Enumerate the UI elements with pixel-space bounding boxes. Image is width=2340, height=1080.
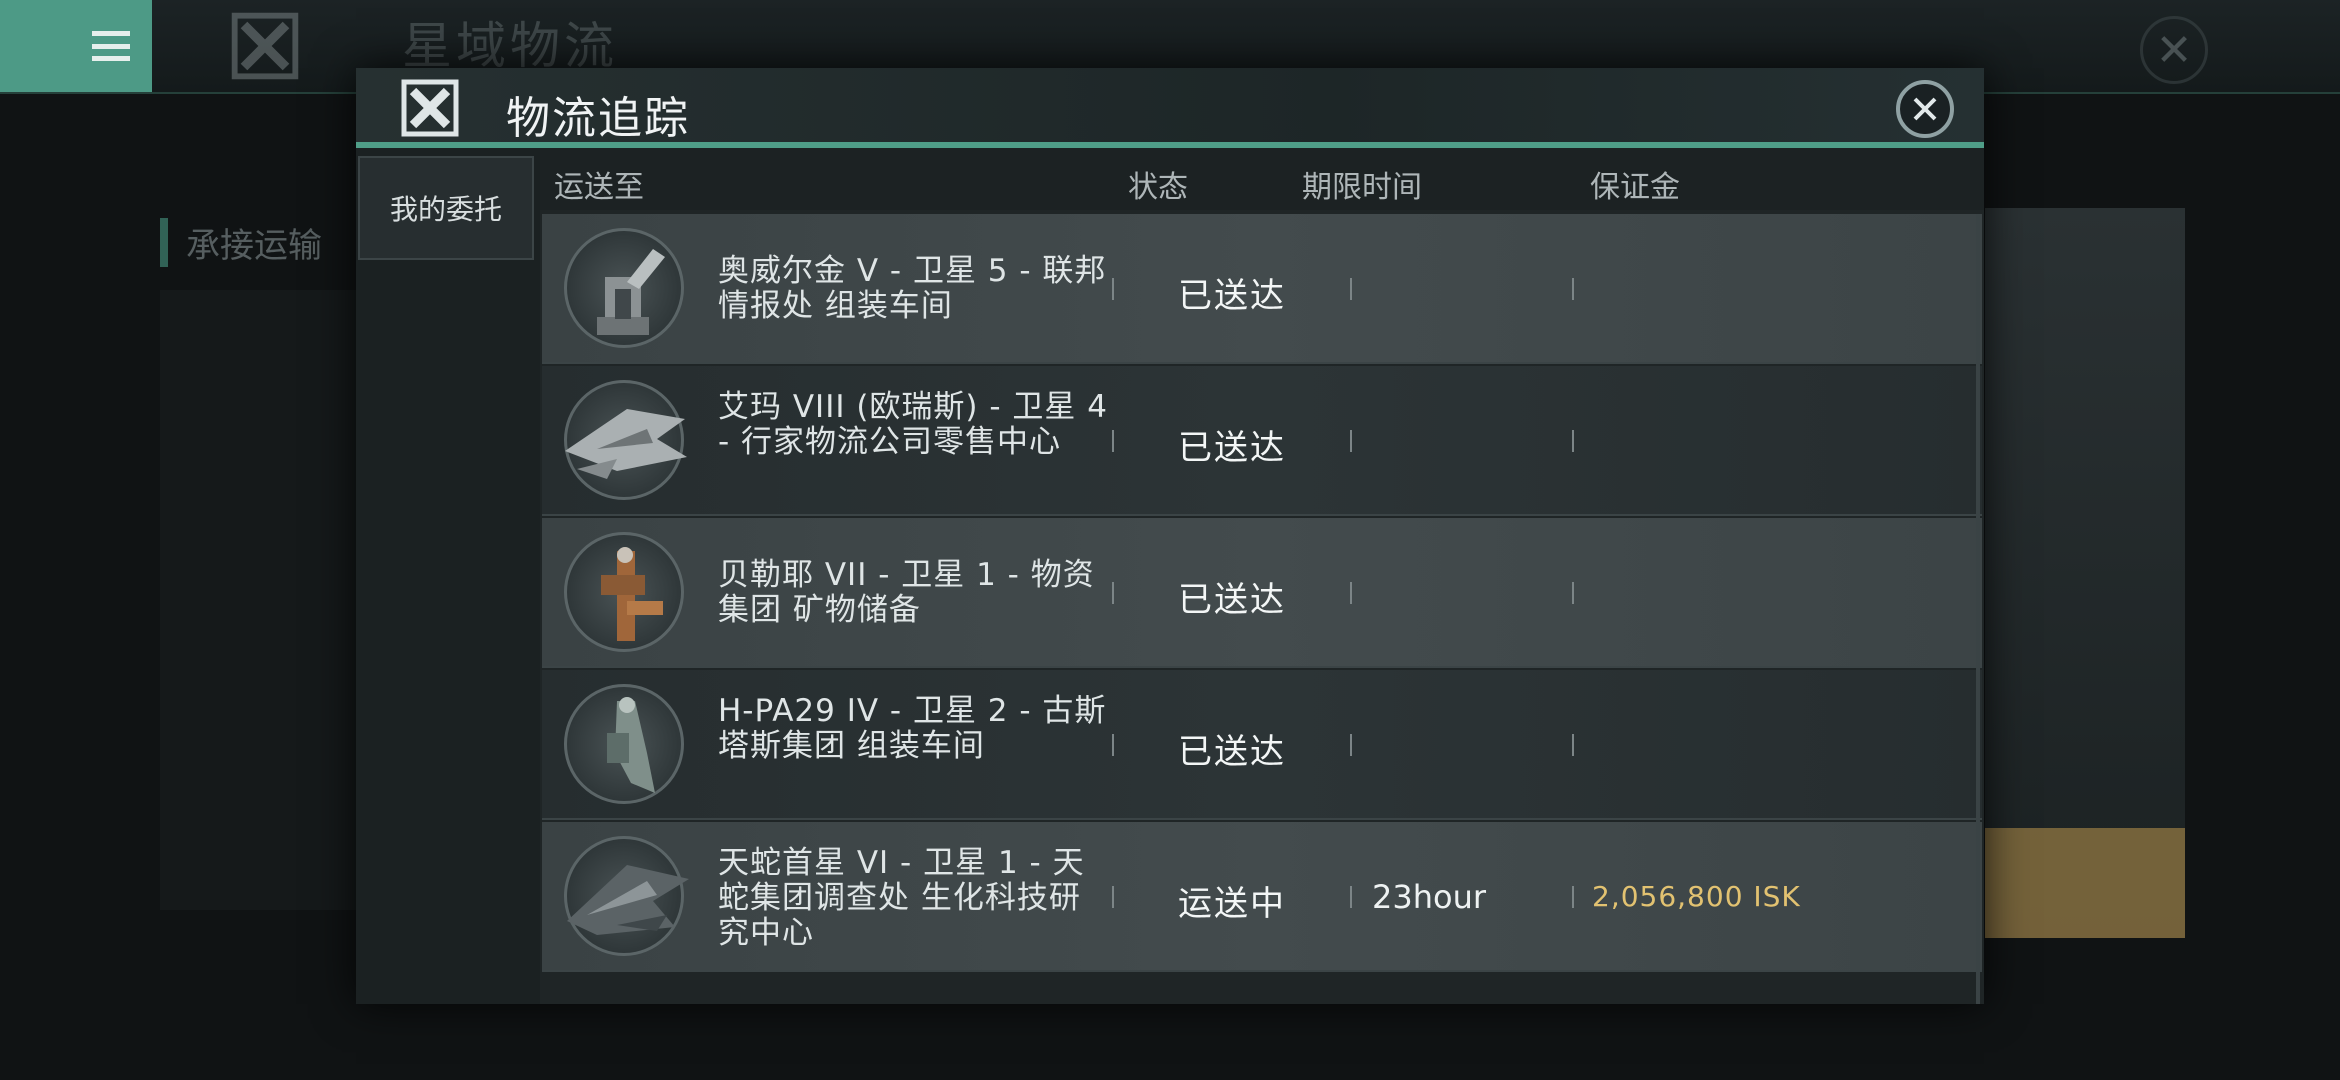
row-status: 已送达	[1178, 276, 1286, 316]
row-status: 运送中	[1178, 884, 1286, 924]
background-gold-button	[1985, 828, 2185, 938]
close-button[interactable]	[1896, 80, 1954, 138]
background-panel	[160, 290, 360, 910]
divider	[1572, 278, 1574, 300]
close-icon	[1913, 97, 1937, 121]
industrial-ship-icon	[564, 228, 684, 348]
table-row[interactable]: H-PA29 IV - 卫星 2 - 古斯塔斯集团 组装车间 已送达	[542, 670, 1982, 820]
app-logo-icon	[190, 6, 340, 86]
table-header: 运送至 状态 期限时间 保证金	[540, 148, 1984, 210]
row-destination: 天蛇首星 VI - 卫星 1 - 天蛇集团调查处 生化科技研究中心	[718, 845, 1085, 951]
divider	[1572, 582, 1574, 604]
divider	[1350, 430, 1352, 452]
divider	[1112, 582, 1114, 604]
logistics-tracking-modal: 物流追踪 我的委托 运送至 状态 期限时间 保证金 奥威尔金 V - 卫星 5 …	[356, 68, 1984, 1004]
tab-my-commissions[interactable]: 我的委托	[358, 156, 534, 260]
scrollbar[interactable]	[1976, 214, 1980, 1004]
background-section-title: 承接运输	[160, 218, 322, 267]
gallente-ship-icon	[564, 684, 684, 804]
divider	[1350, 734, 1352, 756]
column-deposit: 保证金	[1590, 170, 1680, 205]
table-row[interactable]: 天蛇首星 VI - 卫星 1 - 天蛇集团调查处 生化科技研究中心 运送中 23…	[542, 822, 1982, 972]
row-status: 已送达	[1178, 580, 1286, 620]
amarr-ship-icon	[564, 380, 687, 500]
column-status: 状态	[1128, 170, 1188, 205]
row-status: 已送达	[1178, 732, 1286, 772]
divider	[1112, 430, 1114, 452]
row-destination: 艾玛 VIII (欧瑞斯) - 卫星 4 - 行家物流公司零售中心	[718, 389, 1109, 460]
divider	[1350, 582, 1352, 604]
menu-icon	[92, 31, 130, 61]
table-row[interactable]: 奥威尔金 V - 卫星 5 - 联邦情报处 组装车间 已送达	[542, 214, 1982, 364]
divider	[1112, 886, 1114, 908]
minmatar-ship-icon	[564, 532, 684, 652]
menu-button[interactable]	[0, 0, 152, 92]
background-close-icon[interactable]: ✕	[2140, 16, 2208, 84]
table-row[interactable]: 贝勒耶 VII - 卫星 1 - 物资集团 矿物储备 已送达	[542, 518, 1982, 668]
divider	[1350, 886, 1352, 908]
column-destination: 运送至	[554, 170, 644, 205]
divider	[1112, 734, 1114, 756]
caldari-ship-icon	[564, 836, 689, 956]
row-destination: 贝勒耶 VII - 卫星 1 - 物资集团 矿物储备	[718, 557, 1095, 628]
divider	[1572, 734, 1574, 756]
row-destination: H-PA29 IV - 卫星 2 - 古斯塔斯集团 组装车间	[718, 693, 1107, 764]
modal-title: 物流追踪	[506, 93, 690, 144]
divider	[1572, 886, 1574, 908]
row-deadline: 23hour	[1372, 878, 1487, 916]
divider	[1572, 430, 1574, 452]
divider	[1350, 278, 1352, 300]
side-tabs: 我的委托	[356, 148, 540, 1004]
logistics-icon	[400, 78, 460, 138]
divider	[1112, 278, 1114, 300]
column-deadline: 期限时间	[1302, 170, 1422, 205]
table-row[interactable]: 艾玛 VIII (欧瑞斯) - 卫星 4 - 行家物流公司零售中心 已送达	[542, 366, 1982, 516]
row-destination: 奥威尔金 V - 卫星 5 - 联邦情报处 组装车间	[718, 253, 1107, 324]
modal-header: 物流追踪	[356, 68, 1984, 148]
row-deposit: 2,056,800 ISK	[1592, 880, 1801, 913]
commission-list[interactable]: 奥威尔金 V - 卫星 5 - 联邦情报处 组装车间 已送达 艾玛 VIII (…	[542, 214, 1982, 1004]
row-status: 已送达	[1178, 428, 1286, 468]
